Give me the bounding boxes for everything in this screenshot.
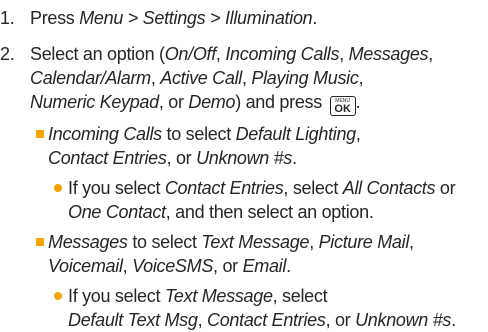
square-bullet-icon — [36, 130, 44, 138]
bullet-item: Incoming Calls to select Default Lightin… — [48, 124, 361, 168]
step-number: 2. — [0, 44, 15, 64]
round-bullet-icon — [54, 292, 62, 300]
menu-path-item: Illumination — [224, 8, 313, 28]
menu-path-item: Settings — [142, 8, 206, 28]
bullet-item: Messages to select Text Message, Picture… — [48, 232, 414, 276]
menu-path-item: Menu — [79, 8, 124, 28]
step-text: Press Menu > Settings > Illumination. — [30, 8, 318, 28]
sub-bullet-item: If you select Contact Entries, select Al… — [68, 178, 456, 222]
round-bullet-icon — [54, 184, 62, 192]
instruction-page: 1. Press Menu > Settings > Illumination.… — [0, 0, 488, 330]
square-bullet-icon — [36, 238, 44, 246]
step-text: Select an option (On/Off, Incoming Calls… — [30, 44, 433, 116]
sub-bullet-item: If you select Text Message, select Defau… — [68, 286, 456, 330]
step-number: 1. — [0, 8, 15, 28]
menu-ok-key-icon: MENU OK — [329, 96, 356, 116]
